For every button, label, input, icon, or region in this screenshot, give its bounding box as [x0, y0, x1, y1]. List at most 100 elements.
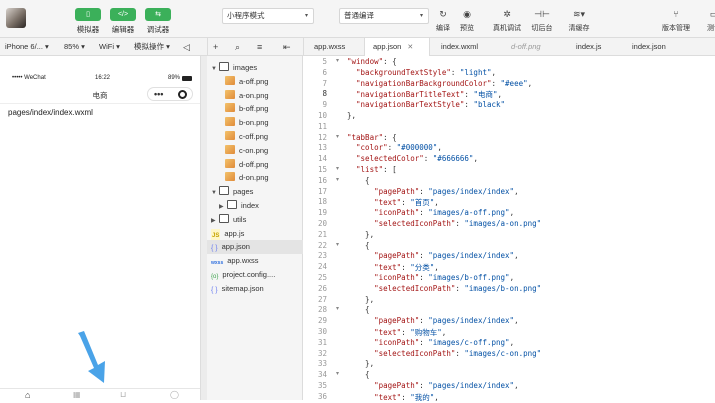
- fold-caret-icon[interactable]: ▾: [336, 57, 339, 64]
- tree-item-a-on-png[interactable]: a-on.png: [207, 89, 303, 103]
- tab-d-off-png[interactable]: d-off.png: [503, 38, 565, 56]
- bug-button[interactable]: ✲ 真机调试: [491, 8, 523, 33]
- tree-item-images[interactable]: ▼ images: [207, 61, 303, 75]
- code-line: {: [347, 305, 370, 315]
- tree-item-d-off-png[interactable]: d-off.png: [207, 158, 303, 172]
- tree-item-a-off-png[interactable]: a-off.png: [207, 75, 303, 89]
- volume-icon[interactable]: ◁: [183, 38, 190, 56]
- tree-item-app-wxss[interactable]: wxss app.wxss: [207, 254, 303, 268]
- tree-item-app-json[interactable]: { } app.json: [207, 240, 303, 255]
- fold-caret-icon[interactable]: ▾: [336, 370, 339, 377]
- category-tab-icon[interactable]: ▦: [73, 390, 81, 399]
- line-number: 24: [317, 262, 327, 272]
- search-icon[interactable]: ⌕: [235, 38, 240, 56]
- line-number: 32: [317, 348, 327, 358]
- sim-ops-select[interactable]: 模拟操作 ▾: [134, 38, 170, 56]
- tab-index-json[interactable]: index.json: [624, 38, 680, 56]
- simulator-scroll-gutter: [200, 56, 207, 400]
- code-line: "text": "购物车",: [374, 328, 447, 337]
- line-number: 33: [317, 359, 327, 369]
- line-number: 5: [322, 57, 327, 66]
- code-line: },: [347, 359, 375, 369]
- close-icon[interactable]: ✕: [407, 44, 413, 51]
- menu-capsule[interactable]: •••: [147, 87, 193, 101]
- avatar[interactable]: [6, 8, 26, 28]
- toolbar-button-label: 测试: [707, 25, 715, 32]
- code-line: },: [347, 229, 375, 239]
- debugger-button[interactable]: ⇆ 调试器: [140, 8, 176, 35]
- json-file-icon: { }: [211, 286, 218, 294]
- tree-item-label: sitemap.json: [221, 283, 264, 293]
- code-line: "color": "#000000",: [356, 143, 442, 153]
- tree-item-pages[interactable]: ▼ pages: [207, 185, 303, 199]
- phone-icon: ▯: [75, 8, 101, 21]
- network-select[interactable]: WiFi ▾: [99, 38, 120, 56]
- fold-caret-icon[interactable]: ▾: [336, 305, 339, 312]
- test-button[interactable]: ▭ 测试: [698, 8, 715, 33]
- code-line: "text": "我的",: [374, 392, 439, 402]
- tree-item-b-on-png[interactable]: b-on.png: [207, 116, 303, 130]
- collapse-icon[interactable]: ⇤: [283, 38, 291, 56]
- zoom-select[interactable]: 85% ▾: [64, 38, 85, 56]
- line-number: 19: [317, 208, 327, 218]
- code-line: "selectedIconPath": "images/b-on.png": [374, 283, 542, 293]
- tree-item-app-js[interactable]: JS app.js: [207, 227, 303, 243]
- tab-app-json[interactable]: app.json ✕: [364, 38, 430, 56]
- stack-button[interactable]: ≋▾ 清缓存: [563, 8, 595, 33]
- eye-icon: ◉: [463, 9, 471, 19]
- cart-tab-icon[interactable]: ⊔: [120, 390, 126, 399]
- tree-item-label: app.js: [224, 228, 245, 238]
- eye-button[interactable]: ◉ 预览: [451, 8, 483, 33]
- folder-icon: [227, 200, 237, 209]
- tab-index-js[interactable]: index.js: [568, 38, 612, 56]
- tree-item-project-config[interactable]: {o} project.config....: [207, 268, 303, 282]
- tree-item-sitemap-json[interactable]: { } sitemap.json: [207, 282, 303, 296]
- close-circle-icon[interactable]: [178, 90, 187, 99]
- tree-item-label: d-on.png: [239, 173, 269, 183]
- image-file-icon: [225, 144, 235, 154]
- editor-button[interactable]: </> 编辑器: [105, 8, 141, 35]
- image-file-icon: [225, 172, 235, 182]
- tab-app-wxss[interactable]: app.wxss: [306, 38, 358, 56]
- line-number: 13: [317, 143, 327, 153]
- code-line: },: [347, 111, 357, 120]
- fold-caret-icon[interactable]: ▾: [336, 165, 339, 172]
- tree-item-d-on-png[interactable]: d-on.png: [207, 171, 303, 185]
- list-icon[interactable]: ≡: [257, 38, 262, 56]
- top-toolbar: ▯ 模拟器 </> 编辑器 ⇆ 调试器 小程序模式 ▾ 普通编译 ▾ ↻ 编译 ◉ 预览 ✲ 真机调…: [0, 0, 715, 38]
- switch-button[interactable]: ⊣⊢ 切后台: [526, 8, 558, 33]
- fold-caret-icon[interactable]: ▾: [336, 241, 339, 248]
- compile-select[interactable]: 普通编译 ▾: [339, 8, 429, 24]
- line-number: 27: [317, 294, 327, 304]
- fold-caret-icon[interactable]: ▾: [336, 176, 339, 183]
- tab-label: index.wxml: [441, 42, 479, 51]
- toolbar-button-label: 调试器: [146, 25, 170, 34]
- fold-caret-icon[interactable]: ▾: [336, 133, 339, 140]
- code-line: "text": "首页",: [374, 198, 439, 208]
- tree-item-c-on-png[interactable]: c-on.png: [207, 144, 303, 158]
- simulator-button[interactable]: ▯ 模拟器: [70, 8, 106, 35]
- folder-icon: [219, 62, 229, 71]
- tree-item-c-off-png[interactable]: c-off.png: [207, 130, 303, 144]
- tab-index-wxml[interactable]: index.wxml: [433, 38, 499, 56]
- more-icon[interactable]: •••: [154, 89, 163, 99]
- tree-item-utils[interactable]: ▶ utils: [207, 213, 303, 227]
- device-select[interactable]: iPhone 6/... ▾: [5, 38, 49, 56]
- code-line: "pagePath": "pages/index/index",: [374, 251, 519, 261]
- mode-select[interactable]: 小程序模式 ▾: [222, 8, 314, 24]
- phone-nav-bar: 电商 •••: [0, 84, 200, 104]
- line-number: 9: [322, 100, 327, 110]
- profile-tab-icon[interactable]: ◯: [170, 390, 179, 399]
- branch-button[interactable]: ⑂ 版本管理: [660, 8, 692, 33]
- battery-icon: [182, 76, 192, 81]
- code-editor[interactable]: 5 6 7 8 9 10 11 12 13 14 15 16 17 18 19 20 21 22 23 24 25 26 2…: [303, 56, 715, 402]
- tree-item-b-off-png[interactable]: b-off.png: [207, 102, 303, 116]
- home-tab-icon[interactable]: ⌂: [25, 390, 30, 400]
- add-icon[interactable]: +: [213, 38, 218, 56]
- tree-item-index[interactable]: ▶ index: [207, 199, 303, 213]
- toolbar-button-label: 模拟器: [76, 25, 100, 34]
- switch-icon: ⊣⊢: [534, 9, 550, 19]
- tree-item-label: a-on.png: [239, 90, 269, 100]
- divider: [303, 38, 304, 56]
- code-line: {: [347, 175, 370, 185]
